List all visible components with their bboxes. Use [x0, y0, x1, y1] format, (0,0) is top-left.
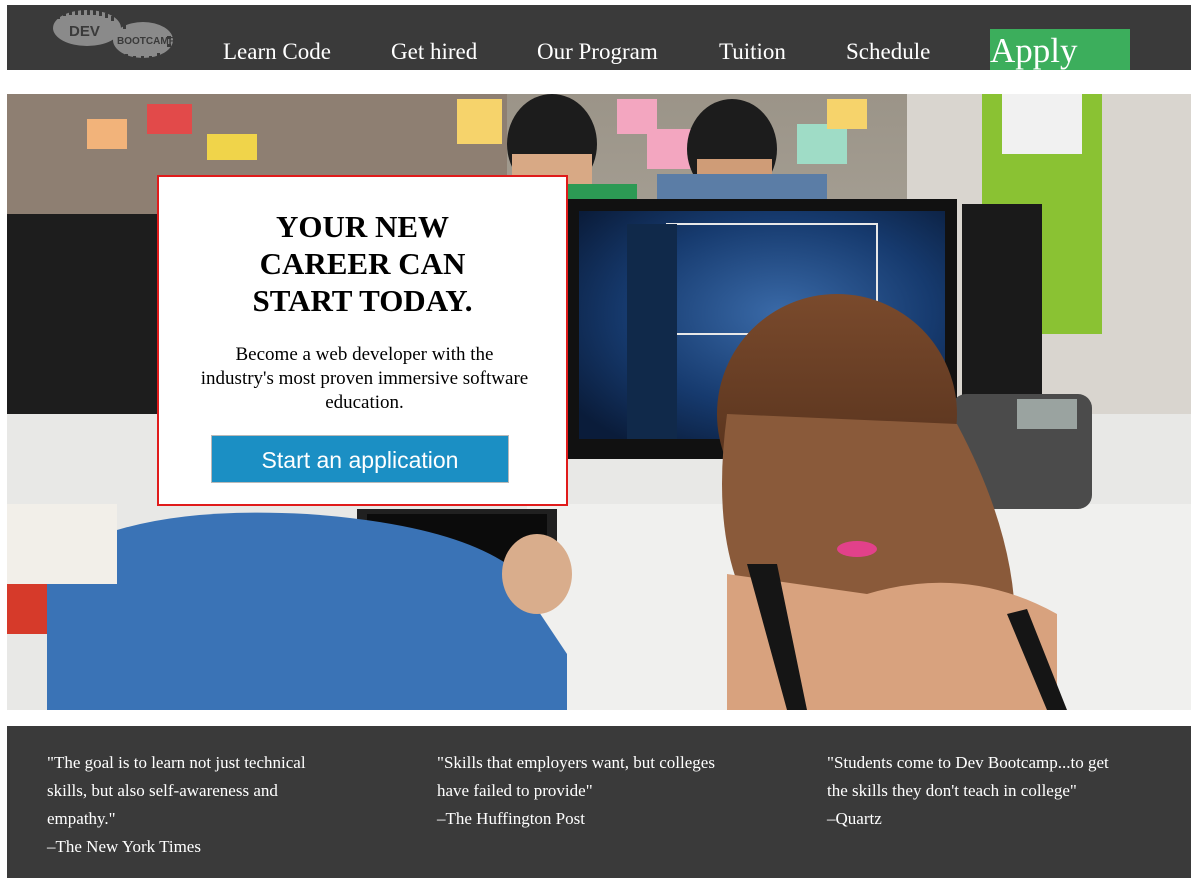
- quote-quartz: "Students come to Dev Bootcamp...to get …: [827, 749, 1117, 833]
- hero-title-line-1: YOUR NEW: [275, 209, 450, 244]
- top-navigation: DEV BOOTCAMP Learn Code Get hired Our Pr…: [7, 5, 1191, 70]
- quote-source: –The New York Times: [47, 837, 201, 856]
- nav-tuition[interactable]: Tuition: [719, 37, 786, 67]
- quote-text: "The goal is to learn not just technical…: [47, 753, 306, 828]
- press-quotes: "The goal is to learn not just technical…: [7, 726, 1191, 878]
- nav-our-program[interactable]: Our Program: [537, 37, 658, 67]
- quote-source: –The Huffington Post: [437, 809, 585, 828]
- quote-source: –Quartz: [827, 809, 882, 828]
- hero-title: YOUR NEW CAREER CAN START TODAY.: [159, 208, 566, 319]
- logo-text-dev: DEV: [69, 23, 100, 40]
- quote-huffington: "Skills that employers want, but college…: [437, 749, 727, 833]
- hero-callout: YOUR NEW CAREER CAN START TODAY. Become …: [157, 175, 568, 506]
- quote-nytimes: "The goal is to learn not just technical…: [47, 749, 337, 861]
- apply-button[interactable]: Apply: [990, 29, 1130, 70]
- nav-learn-code[interactable]: Learn Code: [223, 37, 331, 67]
- logo-text-bootcamp: BOOTCAMP: [117, 36, 175, 47]
- hero-title-line-3: START TODAY.: [252, 283, 473, 318]
- nav-schedule[interactable]: Schedule: [846, 37, 930, 67]
- start-application-button[interactable]: Start an application: [211, 435, 509, 483]
- hero-title-line-2: CAREER CAN: [259, 246, 466, 281]
- quote-text: "Students come to Dev Bootcamp...to get …: [827, 753, 1109, 800]
- shoe-print-logo-icon: DEV BOOTCAMP: [53, 10, 176, 61]
- hero-description: Become a web developer with the industry…: [200, 344, 529, 413]
- nav-get-hired[interactable]: Get hired: [391, 37, 477, 67]
- dev-bootcamp-logo[interactable]: DEV BOOTCAMP: [47, 8, 176, 62]
- quote-text: "Skills that employers want, but college…: [437, 753, 715, 800]
